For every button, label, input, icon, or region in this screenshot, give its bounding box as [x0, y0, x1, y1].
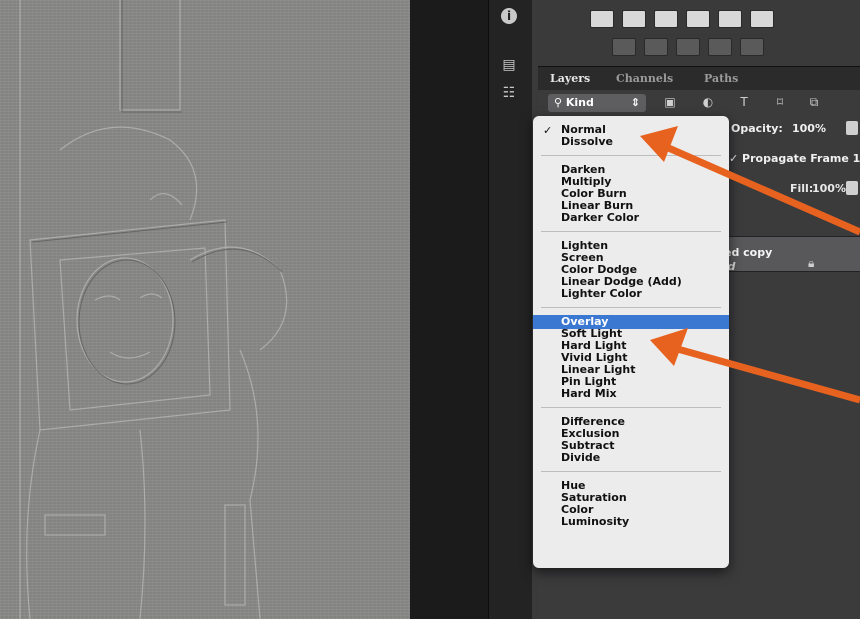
annotation-arrows	[640, 126, 860, 404]
annotation-arrow	[650, 328, 860, 404]
annotation-arrow	[640, 126, 860, 236]
